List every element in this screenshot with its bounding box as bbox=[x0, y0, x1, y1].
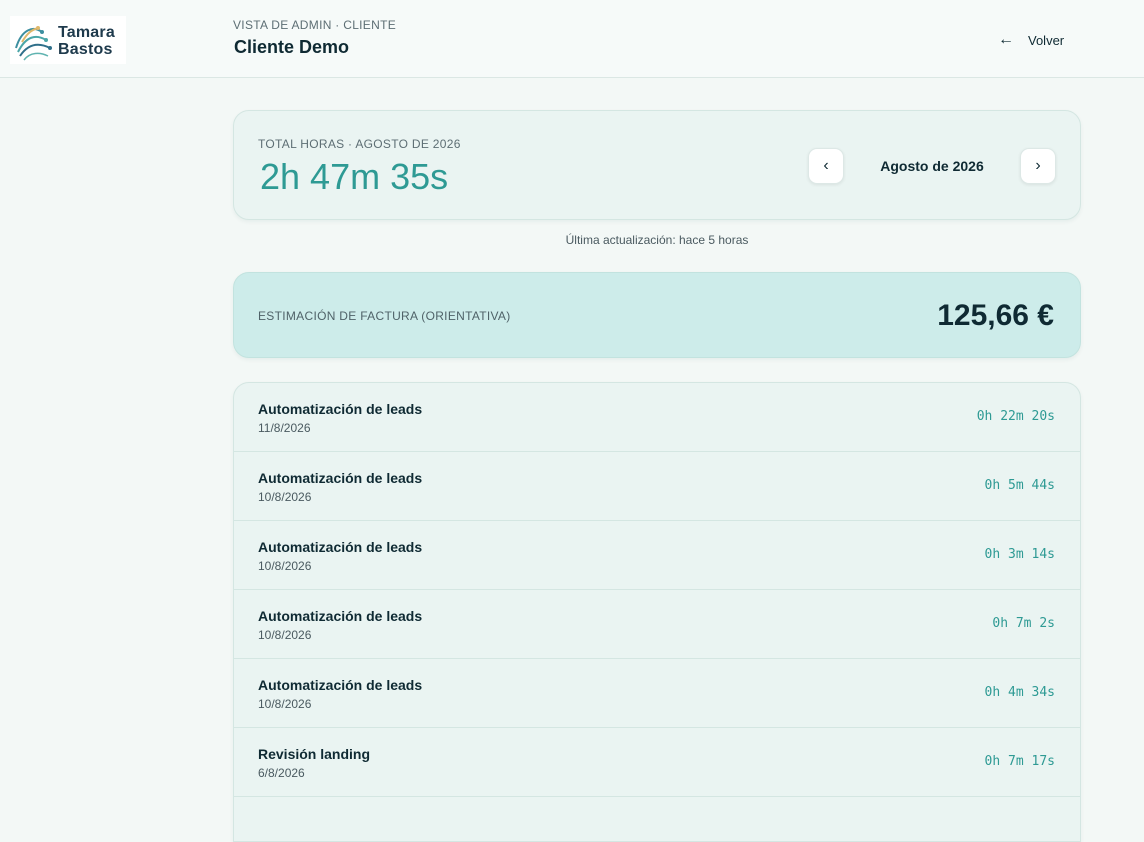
time-entry-row[interactable]: Automatización de leads 10/8/2026 0h 3m … bbox=[234, 521, 1080, 590]
time-entry-duration: 0h 7m 2s bbox=[992, 616, 1055, 631]
top-bar: Tamara Bastos VISTA DE ADMIN · CLIENTE C… bbox=[0, 0, 1144, 78]
brand-logo-icon bbox=[15, 26, 52, 61]
time-entry-duration: 0h 4m 34s bbox=[984, 685, 1055, 700]
back-button-label: Volver bbox=[1028, 32, 1065, 48]
time-entry-row[interactable]: Automatización de leads 10/8/2026 0h 5m … bbox=[234, 452, 1080, 521]
time-entry-title: Automatización de leads bbox=[258, 470, 423, 486]
next-month-button[interactable]: › bbox=[1020, 148, 1056, 184]
brand-line-1: Tamara bbox=[58, 24, 115, 41]
total-hours-label: TOTAL HORAS · AGOSTO DE 2026 bbox=[258, 137, 461, 151]
page-title: Cliente Demo bbox=[234, 37, 350, 57]
chevron-left-icon: ‹ bbox=[823, 157, 829, 174]
arrow-left-icon: ← bbox=[998, 31, 1014, 48]
back-button[interactable]: ← Volver bbox=[998, 28, 1064, 52]
total-hours-value: 2h 47m 35s bbox=[260, 156, 449, 197]
total-hours-card: TOTAL HORAS · AGOSTO DE 2026 2h 47m 35s … bbox=[233, 110, 1081, 220]
time-entry-duration: 0h 5m 44s bbox=[984, 478, 1055, 493]
prev-month-button[interactable]: ‹ bbox=[808, 148, 844, 184]
time-entry-row[interactable]: Automatización de leads 10/8/2026 0h 4m … bbox=[234, 659, 1080, 728]
brand-name: Tamara Bastos bbox=[58, 24, 115, 58]
time-entry-row[interactable]: Revisión landing 6/8/2026 0h 7m 17s bbox=[234, 728, 1080, 797]
time-entry-title: Automatización de leads bbox=[258, 539, 423, 555]
time-entry-row[interactable]: Automatización de leads 10/8/2026 0h 7m … bbox=[234, 590, 1080, 659]
time-entry-date: 10/8/2026 bbox=[258, 490, 312, 504]
time-entry-date: 10/8/2026 bbox=[258, 628, 312, 642]
time-entry-date: 10/8/2026 bbox=[258, 697, 312, 711]
current-month-label: Agosto de 2026 bbox=[880, 158, 984, 174]
time-entries-list: Automatización de leads 11/8/2026 0h 22m… bbox=[233, 382, 1081, 842]
header-subtitle: VISTA DE ADMIN · CLIENTE bbox=[233, 18, 397, 32]
time-entry-duration: 0h 3m 14s bbox=[984, 547, 1055, 562]
chevron-right-icon: › bbox=[1035, 157, 1041, 174]
brand-line-2: Bastos bbox=[58, 41, 113, 58]
time-entry-duration: 0h 7m 17s bbox=[984, 754, 1055, 769]
time-entry-title: Automatización de leads bbox=[258, 401, 423, 417]
time-entry-date: 11/8/2026 bbox=[258, 421, 311, 435]
invoice-estimate-card: ESTIMACIÓN DE FACTURA (ORIENTATIVA) 125,… bbox=[233, 272, 1081, 358]
brand-logo[interactable]: Tamara Bastos bbox=[10, 16, 126, 64]
time-entry-date: 10/8/2026 bbox=[258, 559, 312, 573]
last-update-text: Última actualización: hace 5 horas bbox=[565, 233, 749, 247]
time-entry-title: Automatización de leads bbox=[258, 677, 423, 693]
time-entry-title: Revisión landing bbox=[258, 746, 371, 762]
time-entry-duration: 0h 22m 20s bbox=[976, 409, 1055, 424]
time-entry-row[interactable]: Automatización de leads 11/8/2026 0h 22m… bbox=[234, 383, 1080, 452]
time-entry-title: Automatización de leads bbox=[258, 608, 423, 624]
invoice-estimate-value: 125,66 € bbox=[937, 299, 1054, 332]
time-entry-date: 6/8/2026 bbox=[258, 766, 305, 780]
invoice-estimate-label: ESTIMACIÓN DE FACTURA (ORIENTATIVA) bbox=[258, 309, 511, 323]
